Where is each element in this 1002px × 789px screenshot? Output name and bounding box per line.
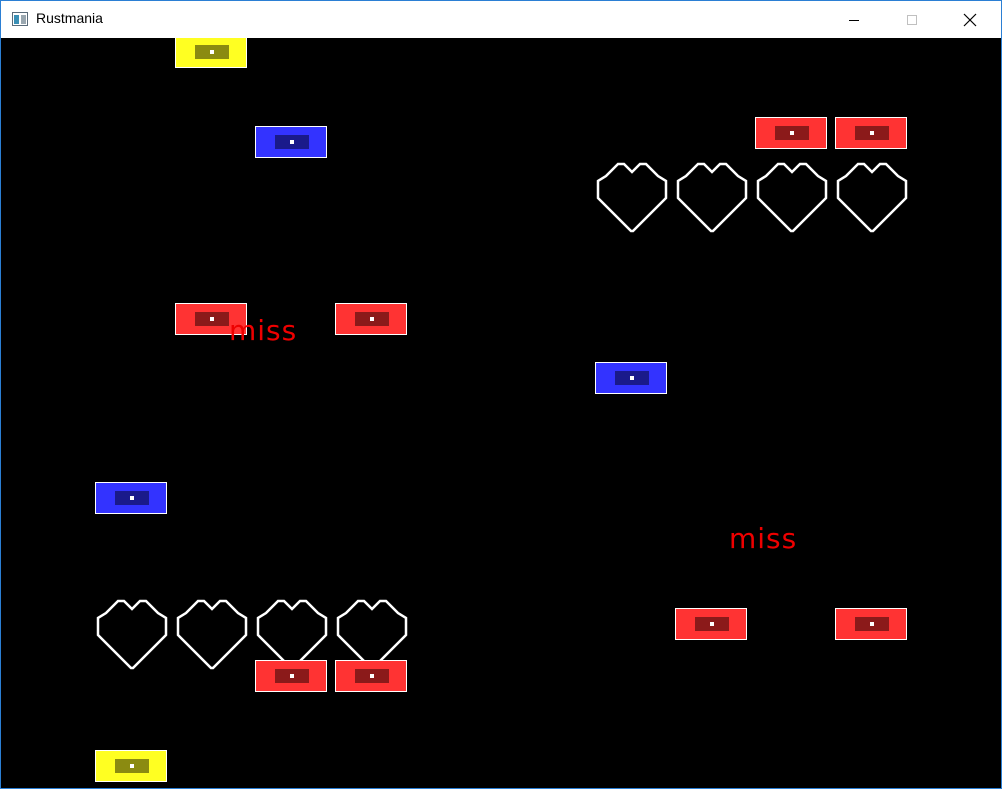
red-note: [755, 117, 827, 149]
game-window: Rustmania miss miss: [0, 0, 1002, 789]
judgment-text-right: miss: [729, 522, 798, 555]
blue-note: [595, 362, 667, 394]
maximize-button[interactable]: [889, 1, 935, 38]
minimize-button[interactable]: [831, 1, 877, 38]
receptor-icon: [756, 162, 828, 233]
receptor-icon: [676, 162, 748, 233]
window-title: Rustmania: [36, 10, 103, 26]
receptor-icon: [176, 599, 248, 670]
receptor-icon: [96, 599, 168, 670]
red-note: [335, 303, 407, 335]
yellow-note: [175, 38, 247, 68]
red-note: [335, 660, 407, 692]
blue-note: [255, 126, 327, 158]
receptor-icon: [596, 162, 668, 233]
judgment-text-left: miss: [229, 314, 298, 347]
title-bar[interactable]: Rustmania: [1, 1, 1001, 38]
game-playfield[interactable]: miss miss: [1, 38, 1001, 788]
yellow-note: [95, 750, 167, 782]
red-note: [255, 660, 327, 692]
red-note: [835, 117, 907, 149]
app-icon: [12, 12, 28, 26]
receptor-icon: [836, 162, 908, 233]
close-icon: [963, 13, 977, 26]
maximize-icon: [907, 14, 917, 25]
close-button[interactable]: [947, 1, 993, 38]
minimize-icon: [849, 19, 859, 21]
red-note: [675, 608, 747, 640]
blue-note: [95, 482, 167, 514]
red-note: [835, 608, 907, 640]
